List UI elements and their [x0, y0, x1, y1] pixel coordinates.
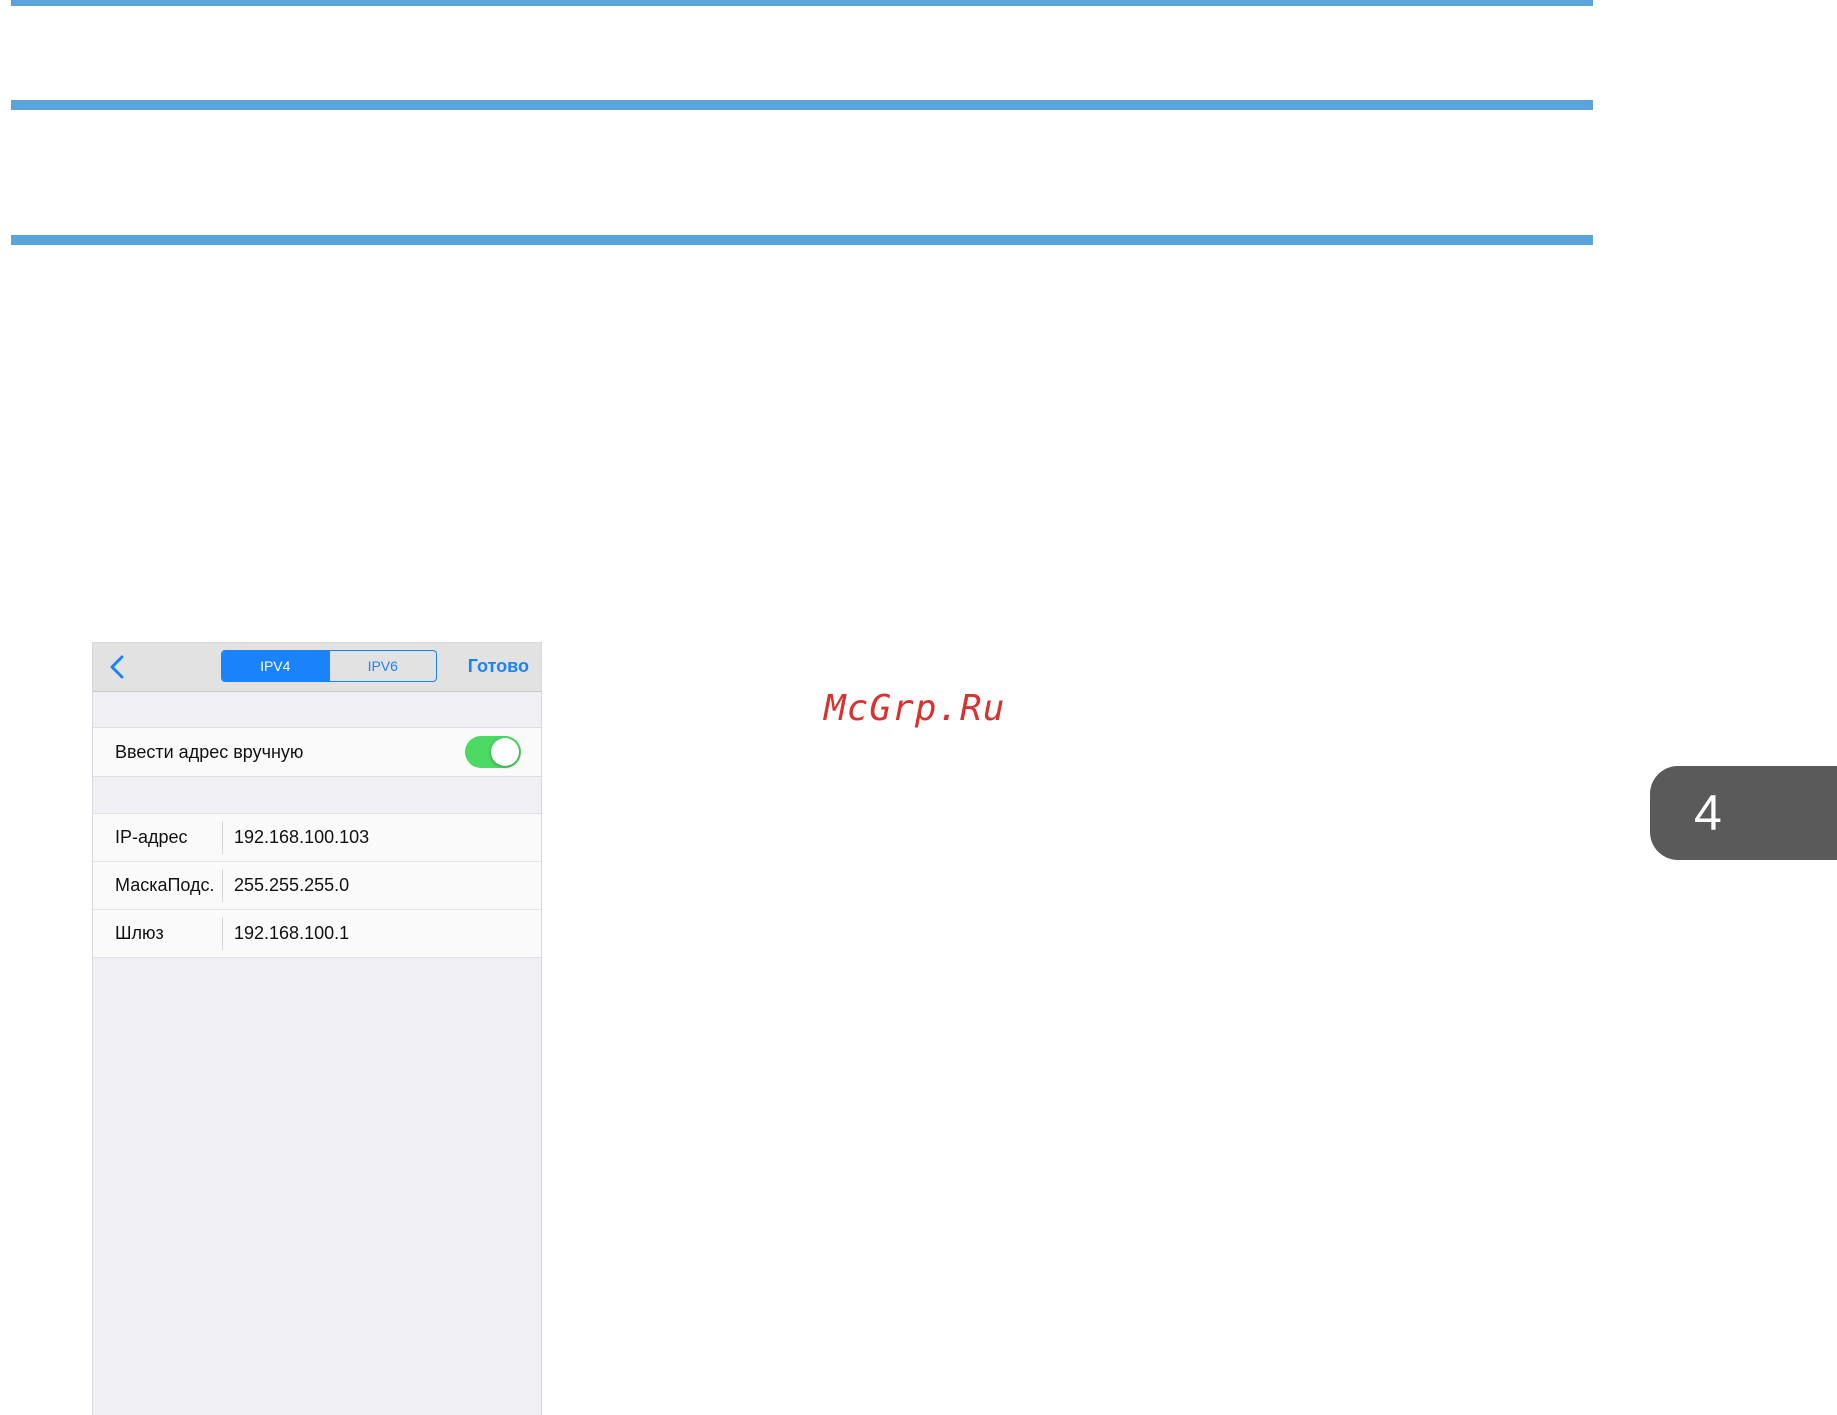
toggle-knob — [491, 738, 519, 766]
ip-address-row: IP-адрес — [93, 814, 541, 861]
back-button[interactable] — [103, 653, 131, 681]
ip-address-input[interactable] — [234, 825, 524, 849]
header-rule-lower — [11, 235, 1593, 245]
subnet-mask-row: МаскаПодс. — [93, 861, 541, 909]
chevron-left-icon — [110, 655, 124, 679]
row-divider — [222, 917, 223, 950]
chapter-number: 4 — [1694, 785, 1722, 841]
row-divider — [222, 821, 223, 854]
manual-entry-cell: Ввести адрес вручную — [93, 727, 541, 777]
gateway-label: Шлюз — [115, 923, 164, 943]
ip-address-label: IP-адрес — [115, 827, 188, 847]
header-rule-upper — [11, 100, 1593, 110]
top-rule — [11, 0, 1593, 6]
subnet-mask-label: МаскаПодс. — [115, 875, 215, 895]
chapter-tab: 4 — [1650, 766, 1837, 860]
phone-screenshot: IPV4 IPV6 Готово Ввести адрес вручную IP… — [93, 643, 541, 1415]
navigation-bar: IPV4 IPV6 Готово — [93, 643, 541, 692]
row-divider — [222, 869, 223, 902]
segment-ipv6[interactable]: IPV6 — [328, 651, 437, 681]
watermark-text: McGrp.Ru — [824, 688, 1006, 729]
segment-ipv4[interactable]: IPV4 — [222, 651, 329, 681]
address-fields-group: IP-адрес МаскаПодс. Шлюз — [93, 813, 541, 958]
manual-entry-label: Ввести адрес вручную — [115, 742, 304, 762]
subnet-mask-input[interactable] — [234, 873, 524, 897]
gateway-row: Шлюз — [93, 909, 541, 957]
done-button[interactable]: Готово — [468, 656, 529, 677]
ip-version-segmented-control: IPV4 IPV6 — [221, 650, 437, 682]
manual-entry-toggle[interactable] — [465, 736, 521, 768]
gateway-input[interactable] — [234, 921, 524, 945]
